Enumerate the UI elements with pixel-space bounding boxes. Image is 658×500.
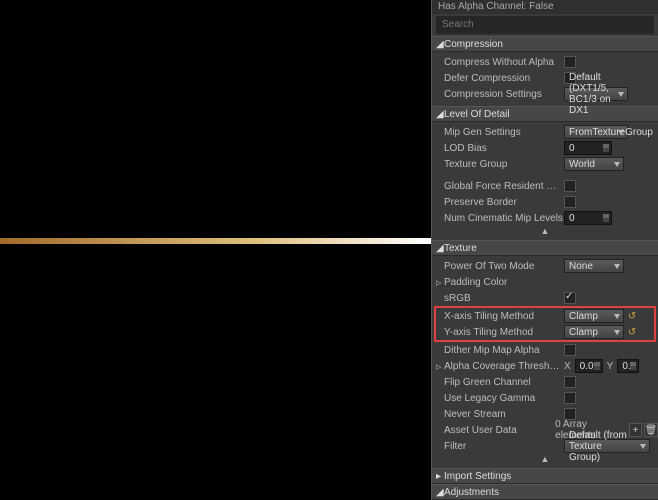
compress-without-alpha-checkbox[interactable] (564, 56, 576, 68)
lod-bias-input[interactable]: 0 (564, 141, 612, 155)
reset-icon[interactable]: ↺ (626, 310, 638, 322)
search-input[interactable]: Search (436, 16, 654, 34)
section-title: Compression (444, 39, 503, 50)
dropdown-value: None (569, 261, 593, 272)
label: Global Force Resident Mip Levels (444, 181, 564, 192)
texture-preview-viewport[interactable] (0, 0, 432, 500)
mip-gen-settings-dropdown[interactable]: FromTextureGroup (564, 125, 628, 139)
reset-icon[interactable]: ↺ (626, 326, 638, 338)
y-tiling-dropdown[interactable]: Clamp (564, 325, 624, 339)
dither-mip-alpha-checkbox[interactable] (564, 344, 576, 356)
section-import-header[interactable]: ▸Import Settings (432, 468, 658, 484)
numeric-value: 0 (569, 143, 575, 154)
chevron-down-icon: ◢ (436, 37, 444, 53)
info-bar: Has Alpha Channel: False (432, 0, 658, 14)
label: X-axis Tiling Method (444, 311, 564, 322)
filter-dropdown[interactable]: Default (from Texture Group) (564, 439, 650, 453)
label: LOD Bias (444, 143, 564, 154)
label: Texture Group (444, 159, 564, 170)
label: Compression Settings (444, 89, 564, 100)
label: Use Legacy Gamma (444, 393, 564, 404)
clear-elements-button[interactable]: 🗑 (644, 423, 658, 437)
power-of-two-dropdown[interactable]: None (564, 259, 624, 273)
texture-preview-content (0, 238, 431, 244)
numeric-value: 0.0 (580, 361, 594, 372)
global-force-resident-checkbox[interactable] (564, 180, 576, 192)
section-texture-header[interactable]: ◢Texture (432, 240, 658, 256)
label: Mip Gen Settings (444, 127, 564, 138)
label: Dither Mip Map Alpha (444, 345, 564, 356)
chevron-down-icon: ◢ (436, 107, 444, 123)
x-tiling-dropdown[interactable]: Clamp (564, 309, 624, 323)
y-prefix: Y (607, 361, 614, 372)
label: Never Stream (444, 409, 564, 420)
section-title: Texture (444, 243, 477, 254)
section-compression-header[interactable]: ◢Compression (432, 36, 658, 52)
section-lod-header[interactable]: ◢Level Of Detail (432, 106, 658, 122)
section-title: Import Settings (444, 471, 511, 482)
collapse-arrow-icon[interactable]: ▲ (432, 226, 658, 236)
label: Alpha Coverage Thresholds (444, 361, 564, 372)
numeric-value: 0.0 (622, 361, 636, 372)
never-stream-checkbox[interactable] (564, 408, 576, 420)
dropdown-value: Clamp (569, 327, 598, 338)
label: Y-axis Tiling Method (444, 327, 564, 338)
details-panel: Has Alpha Channel: False Search ◢Compres… (432, 0, 658, 500)
alpha-threshold-y-input[interactable]: 0.0 (617, 359, 639, 373)
num-cinematic-mip-input[interactable]: 0 (564, 211, 612, 225)
label: Num Cinematic Mip Levels (444, 213, 564, 224)
dropdown-value: World (569, 159, 595, 170)
srgb-checkbox[interactable] (564, 292, 576, 304)
chevron-down-icon: ◢ (436, 241, 444, 257)
dropdown-value: Default (DXT1/5, BC1/3 on DX1 (569, 72, 613, 116)
numeric-value: 0 (569, 213, 575, 224)
dropdown-value: Clamp (569, 311, 598, 322)
label: sRGB (444, 293, 564, 304)
section-title: Level Of Detail (444, 109, 510, 120)
section-title: Adjustments (444, 487, 499, 498)
expand-icon[interactable]: ▹ (436, 360, 444, 373)
alpha-threshold-x-input[interactable]: 0.0 (575, 359, 603, 373)
label: Filter (444, 441, 564, 452)
label: Asset User Data (444, 425, 555, 436)
flip-green-checkbox[interactable] (564, 376, 576, 388)
chevron-right-icon: ▸ (436, 469, 444, 485)
compression-settings-dropdown[interactable]: Default (DXT1/5, BC1/3 on DX1 (564, 87, 628, 101)
expand-icon[interactable]: ▹ (436, 276, 444, 289)
label: Compress Without Alpha (444, 57, 564, 68)
label: Preserve Border (444, 197, 564, 208)
label: Power Of Two Mode (444, 261, 564, 272)
label: Padding Color (444, 277, 564, 288)
texture-group-dropdown[interactable]: World (564, 157, 624, 171)
preserve-border-checkbox[interactable] (564, 196, 576, 208)
label: Flip Green Channel (444, 377, 564, 388)
chevron-down-icon: ◢ (436, 485, 444, 500)
dropdown-value: Default (from Texture Group) (569, 430, 635, 463)
x-prefix: X (564, 361, 571, 372)
section-adjustments-header[interactable]: ◢Adjustments (432, 484, 658, 500)
dropdown-value: FromTextureGroup (569, 127, 653, 138)
label: Defer Compression (444, 73, 564, 84)
use-legacy-gamma-checkbox[interactable] (564, 392, 576, 404)
